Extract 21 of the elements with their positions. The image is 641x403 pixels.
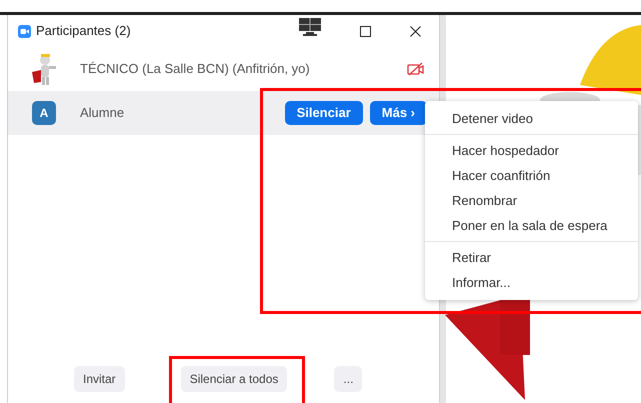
window-title: Participantes (2) xyxy=(36,22,131,40)
footer-button[interactable]: ... xyxy=(334,366,362,392)
footer-button[interactable]: Silenciar a todos xyxy=(180,366,288,392)
monitor-grid-icon[interactable] xyxy=(298,17,322,37)
participant-action-button[interactable]: Más › xyxy=(370,101,427,125)
menu-item[interactable]: Hacer coanfitrión xyxy=(425,163,638,188)
participant-name: TÉCNICO (La Salle BCN) (Anfitrión, yo) xyxy=(80,60,310,78)
camera-icon xyxy=(18,24,31,38)
video-off-icon[interactable] xyxy=(407,62,425,76)
menu-item[interactable]: Informar... xyxy=(425,270,638,295)
menu-item[interactable]: Renombrar xyxy=(425,188,638,213)
participant-row[interactable]: A Alumne Silenciar Más › xyxy=(8,91,439,135)
avatar: A xyxy=(32,101,56,125)
participant-name: Alumne xyxy=(80,104,124,122)
participant-action-button[interactable]: Silenciar xyxy=(284,101,363,125)
menu-item[interactable]: Poner en la sala de espera xyxy=(425,213,638,238)
menu-item[interactable]: Hacer hospedador xyxy=(425,138,638,163)
menu-item[interactable]: Retirar xyxy=(425,245,638,270)
maximize-icon[interactable] xyxy=(360,26,371,36)
footer-button[interactable]: Invitar xyxy=(74,366,125,392)
close-icon[interactable] xyxy=(410,26,421,36)
